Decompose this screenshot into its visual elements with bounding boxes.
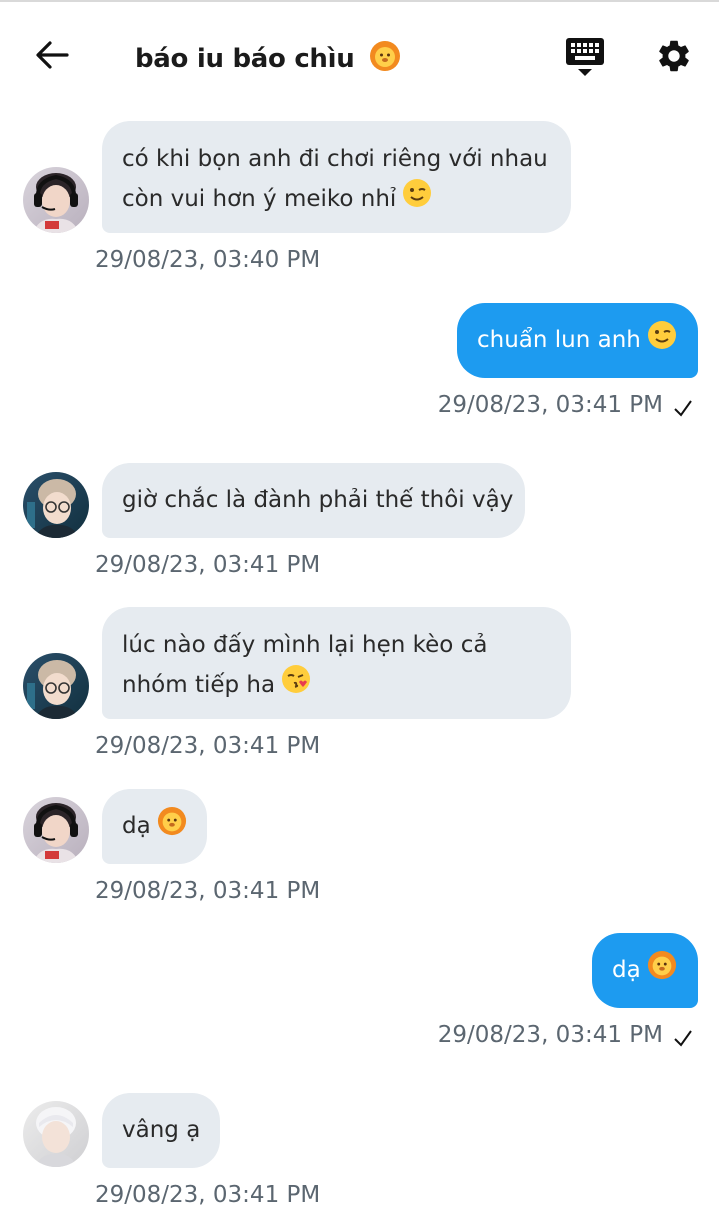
conversation-header: báo iu báo chìu	[0, 2, 719, 106]
avatar[interactable]	[23, 1101, 89, 1167]
message-timestamp: 29/08/23, 03:41 PM	[95, 878, 321, 904]
message-timestamp: 29/08/23, 03:41 PM	[95, 552, 321, 578]
kiss-face-icon	[281, 664, 311, 706]
message-line: có khi bọn anh đi chơi riêng với nhau	[122, 146, 548, 172]
avatar[interactable]	[23, 653, 89, 719]
incoming-message-bubble[interactable]: vâng ạ	[102, 1093, 220, 1168]
settings-button[interactable]	[652, 34, 696, 78]
message-timestamp: 29/08/23, 03:40 PM	[95, 247, 321, 273]
avatar-glasses	[23, 653, 89, 719]
incoming-message-bubble[interactable]: có khi bọn anh đi chơi riêng với nhau cò…	[102, 121, 571, 233]
incoming-message-bubble[interactable]: giờ chắc là đành phải thế thôi vậy	[102, 463, 525, 538]
incoming-message-bubble[interactable]: dạ	[102, 789, 207, 864]
wink-face-icon	[402, 178, 432, 220]
message-line: nhóm tiếp ha	[122, 671, 276, 698]
avatar-headset	[23, 167, 89, 233]
outgoing-message-bubble[interactable]: dạ	[592, 933, 698, 1008]
message-line: lúc nào đấy mình lại hẹn kèo cả	[122, 632, 488, 658]
lion-face-icon	[369, 40, 401, 79]
message-line: còn vui hơn ý meiko nhỉ	[122, 185, 397, 212]
sent-check-icon	[674, 400, 692, 417]
message-line: giờ chắc là đành phải thế thôi vậy	[122, 487, 514, 513]
avatar-white-hair	[23, 1101, 89, 1167]
message-line-with-emoji: còn vui hơn ý meiko nhỉ	[122, 178, 551, 220]
outgoing-message-bubble[interactable]: chuẩn lun anh	[457, 303, 698, 378]
message-timestamp: 29/08/23, 03:41 PM	[437, 1022, 663, 1048]
avatar-headset	[23, 797, 89, 863]
avatar[interactable]	[23, 167, 89, 233]
back-button[interactable]	[30, 35, 74, 75]
avatar-glasses	[23, 472, 89, 538]
arrow-left-icon	[36, 41, 69, 69]
lion-face-icon	[157, 806, 187, 848]
sent-check-icon	[674, 1030, 692, 1047]
lion-face-icon	[647, 950, 677, 992]
conversation-title: báo iu báo chìu	[135, 40, 401, 79]
wink-face-icon	[647, 320, 677, 362]
message-line-with-emoji: nhóm tiếp ha	[122, 664, 551, 706]
message-line: dạ	[122, 813, 151, 839]
message-line: dạ	[612, 957, 641, 983]
message-line: vâng ạ	[122, 1117, 201, 1143]
message-timestamp: 29/08/23, 03:41 PM	[95, 1182, 321, 1208]
message-timestamp: 29/08/23, 03:41 PM	[95, 733, 321, 759]
message-timestamp: 29/08/23, 03:41 PM	[437, 392, 663, 418]
avatar[interactable]	[23, 472, 89, 538]
incoming-message-bubble[interactable]: lúc nào đấy mình lại hẹn kèo cả nhóm tiế…	[102, 607, 571, 719]
gear-icon	[659, 40, 689, 72]
title-text: báo iu báo chìu	[135, 44, 355, 74]
avatar[interactable]	[23, 797, 89, 863]
keyboard-button[interactable]	[563, 34, 607, 78]
keyboard-icon	[566, 38, 604, 76]
message-line: chuẩn lun anh	[477, 327, 641, 353]
